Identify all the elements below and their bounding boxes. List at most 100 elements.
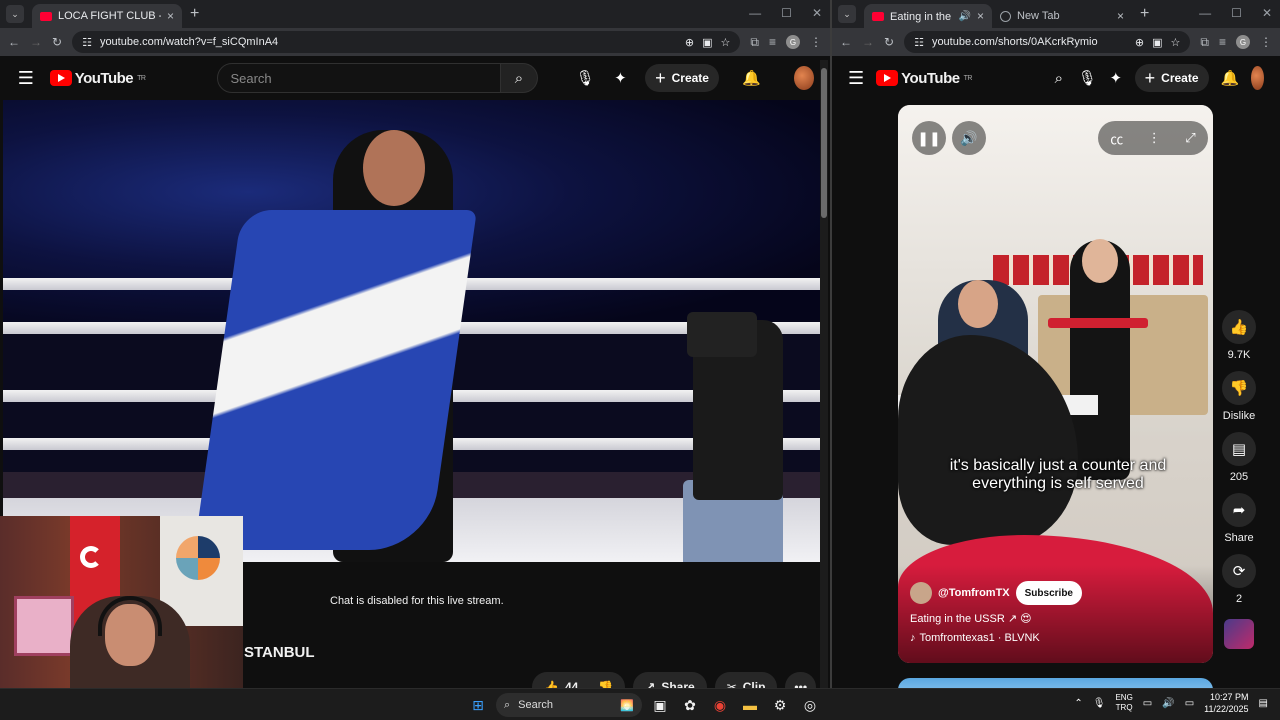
minimize-button[interactable]: —	[749, 6, 761, 20]
dislike-icon[interactable]: 👎	[598, 680, 613, 688]
forward-icon[interactable]: →	[862, 35, 874, 49]
short-title[interactable]: Eating in the USSR ↗ 😍	[910, 612, 1032, 625]
file-explorer-icon[interactable]: ▬	[738, 693, 762, 717]
next-short-preview[interactable]	[898, 678, 1213, 688]
remix-icon[interactable]: ⟳	[1222, 554, 1256, 588]
page-scrollbar[interactable]	[820, 60, 828, 688]
share-arrow-icon[interactable]: ➦	[1222, 493, 1256, 527]
voice-search-mic-icon[interactable]: 🎙	[1078, 65, 1097, 91]
tab-new-tab[interactable]: New Tab ×	[992, 4, 1132, 28]
volume-icon[interactable]: 🔊	[1162, 698, 1174, 709]
settings-gear-icon[interactable]: ⚙	[768, 693, 792, 717]
task-view-icon[interactable]: ▣	[648, 693, 672, 717]
maximize-button[interactable]: ☐	[781, 6, 792, 20]
extensions-icon[interactable]: ⧉	[1200, 35, 1209, 50]
url-text[interactable]: youtube.com/watch?v=f_siCQmInA4	[100, 36, 677, 48]
notifications-bell-icon[interactable]: 🔔	[1221, 65, 1240, 91]
minimize-button[interactable]: —	[1199, 6, 1211, 20]
bookmark-star-icon[interactable]: ☆	[1171, 36, 1181, 49]
tab-close-icon[interactable]: ×	[977, 9, 984, 23]
address-bar[interactable]: ☷ youtube.com/shorts/0AKcrkRymio ⊕ ▣ ☆	[904, 31, 1191, 53]
new-tab-button[interactable]: +	[1140, 5, 1149, 23]
notifications-bell-icon[interactable]: 🔔	[741, 65, 762, 91]
more-options-icon[interactable]: ⋮	[1148, 130, 1161, 146]
pause-icon[interactable]: ❚❚	[912, 121, 946, 155]
share-button[interactable]: ↗ Share	[633, 672, 707, 688]
channel-name[interactable]: @TomfromTX	[938, 587, 1010, 599]
clock[interactable]: 10:27 PM 11/22/2025	[1204, 691, 1248, 715]
youtube-logo[interactable]: YouTube TR	[49, 70, 146, 87]
channel-avatar[interactable]	[910, 582, 932, 604]
tab-list-icon[interactable]: ≡	[1219, 35, 1226, 49]
short-video-player[interactable]: ❚❚ 🔊 ㏄ ⋮ ⤢ it's basically just a counter…	[898, 105, 1213, 663]
search-button[interactable]: ⌕	[500, 63, 539, 93]
bookmark-star-icon[interactable]: ☆	[721, 36, 731, 49]
network-icon[interactable]: ▭	[1143, 698, 1152, 709]
remix-action[interactable]: ⟳ 2	[1222, 554, 1256, 607]
reload-icon[interactable]: ↻	[884, 35, 894, 49]
cast-icon[interactable]: ▣	[1152, 36, 1162, 49]
maximize-button[interactable]: ☐	[1231, 6, 1242, 20]
music-row[interactable]: ♪ Tomfromtexas1 · BLVNK	[910, 632, 1040, 644]
notification-center-icon[interactable]: ▤	[1259, 698, 1268, 709]
microphone-icon[interactable]: 🎙	[1093, 698, 1106, 709]
captions-cc-icon[interactable]: ㏄	[1110, 129, 1123, 148]
create-button[interactable]: + Create	[645, 64, 719, 92]
subscribe-button[interactable]: Subscribe	[1015, 581, 1082, 605]
zoom-icon[interactable]: ⊕	[685, 36, 694, 49]
thumbs-down-icon[interactable]: 👎	[1222, 371, 1256, 405]
extensions-icon[interactable]: ⧉	[750, 35, 759, 50]
tray-overflow-chevron-icon[interactable]: ⌃	[1074, 698, 1082, 709]
close-window-button[interactable]: ✕	[1262, 6, 1272, 20]
tab-loca-fight-club[interactable]: LOCA FIGHT CLUB - ORA AREN ×	[32, 4, 182, 28]
reload-icon[interactable]: ↻	[52, 35, 62, 49]
create-button[interactable]: + Create	[1134, 64, 1209, 92]
search-input[interactable]: Search	[217, 63, 501, 93]
site-info-icon[interactable]: ☷	[82, 36, 92, 49]
sound-thumbnail[interactable]	[1224, 619, 1254, 649]
dislike-action[interactable]: 👎 Dislike	[1222, 371, 1256, 424]
cast-icon[interactable]: ▣	[702, 36, 712, 49]
scrollbar-thumb[interactable]	[821, 68, 827, 218]
tab-close-icon[interactable]: ×	[167, 9, 174, 23]
account-avatar[interactable]	[794, 66, 814, 90]
forward-icon[interactable]: →	[30, 35, 42, 49]
url-text[interactable]: youtube.com/shorts/0AKcrkRymio	[932, 36, 1127, 48]
more-actions-button[interactable]: •••	[785, 672, 817, 688]
menu-hamburger-icon[interactable]: ☰	[16, 68, 36, 89]
tab-close-icon[interactable]: ×	[1117, 9, 1124, 23]
clip-button[interactable]: ✂ Clip	[714, 672, 778, 688]
tab-eating-in-the-ussr[interactable]: Eating in the USSR ↗ 🔊 ×	[864, 4, 992, 28]
back-icon[interactable]: ←	[840, 35, 852, 49]
video-player[interactable]	[3, 100, 821, 562]
share-action[interactable]: ➦ Share	[1222, 493, 1256, 546]
close-window-button[interactable]: ✕	[812, 6, 822, 20]
tab-list-icon[interactable]: ≡	[769, 35, 776, 49]
taskbar-search[interactable]: ⌕ Search 🌅	[496, 693, 642, 717]
menu-hamburger-icon[interactable]: ☰	[848, 68, 864, 89]
youtube-logo[interactable]: YouTube TR	[876, 70, 972, 87]
address-bar[interactable]: ☷ youtube.com/watch?v=f_siCQmInA4 ⊕ ▣ ☆	[72, 31, 741, 53]
search-icon[interactable]: ⌕	[1052, 65, 1066, 91]
voice-search-mic-icon[interactable]: 🎙	[574, 65, 595, 91]
thumbs-up-icon[interactable]: 👍	[1222, 310, 1256, 344]
back-icon[interactable]: ←	[8, 35, 20, 49]
new-tab-button[interactable]: +	[190, 5, 199, 23]
comment-icon[interactable]: ▤	[1222, 432, 1256, 466]
fullscreen-expand-icon[interactable]: ⤢	[1185, 130, 1195, 146]
battery-icon[interactable]: ▭	[1185, 698, 1194, 709]
like-button[interactable]: 👍 44 👎	[532, 672, 626, 688]
tab-search-button[interactable]: ⌄	[6, 5, 24, 23]
obs-icon[interactable]: ◎	[798, 693, 822, 717]
windows-start-icon[interactable]: ⊞	[466, 693, 490, 717]
copilot-icon[interactable]: ✿	[678, 693, 702, 717]
language-indicator[interactable]: ENG TRQ	[1115, 693, 1132, 713]
browser-menu-icon[interactable]: ⋮	[810, 35, 822, 49]
sparkle-icon[interactable]: ✦	[1109, 65, 1123, 91]
volume-icon[interactable]: 🔊	[952, 121, 986, 155]
account-avatar[interactable]	[1251, 66, 1264, 90]
site-info-icon[interactable]: ☷	[914, 36, 924, 49]
browser-profile-avatar[interactable]: G	[1236, 35, 1250, 49]
zoom-icon[interactable]: ⊕	[1135, 36, 1144, 49]
chrome-icon[interactable]: ◉	[708, 693, 732, 717]
